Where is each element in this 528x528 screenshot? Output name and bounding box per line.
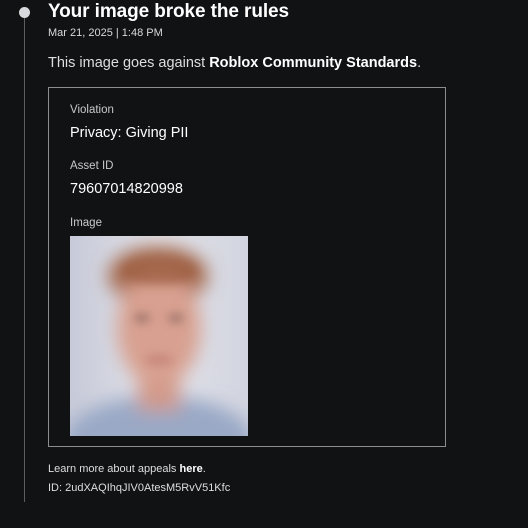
appeals-info: Learn more about appeals here. [48,463,206,475]
violation-label: Violation [70,104,114,116]
summary-suffix: . [417,55,422,71]
violation-value: Privacy: Giving PII [70,125,189,141]
appeals-prefix: Learn more about appeals [48,463,180,475]
moderation-notice-page: Your image broke the rules Mar 21, 2025 … [0,0,528,528]
violating-image-thumbnail [70,236,248,436]
asset-id-label: Asset ID [70,160,114,172]
summary-prefix: This image goes against [48,55,210,71]
notice-title: Your image broke the rules [48,1,289,22]
blurred-face-photo-icon [70,236,248,436]
appeals-suffix: . [202,463,206,475]
timeline-dot-icon [19,7,30,18]
asset-id-value: 79607014820998 [70,181,183,197]
notice-id: ID: 2udXAQIhqJIV0AtesM5RvV51Kfc [48,482,231,494]
image-label: Image [70,217,102,229]
notice-timestamp: Mar 21, 2025 | 1:48 PM [48,27,163,39]
notice-summary: This image goes against Roblox Community… [48,55,421,71]
timeline-line [24,14,25,502]
appeals-here-link[interactable]: here [179,463,202,475]
community-standards-link[interactable]: Roblox Community Standards [209,55,417,71]
violation-details-card: Violation Privacy: Giving PII Asset ID 7… [48,87,446,447]
